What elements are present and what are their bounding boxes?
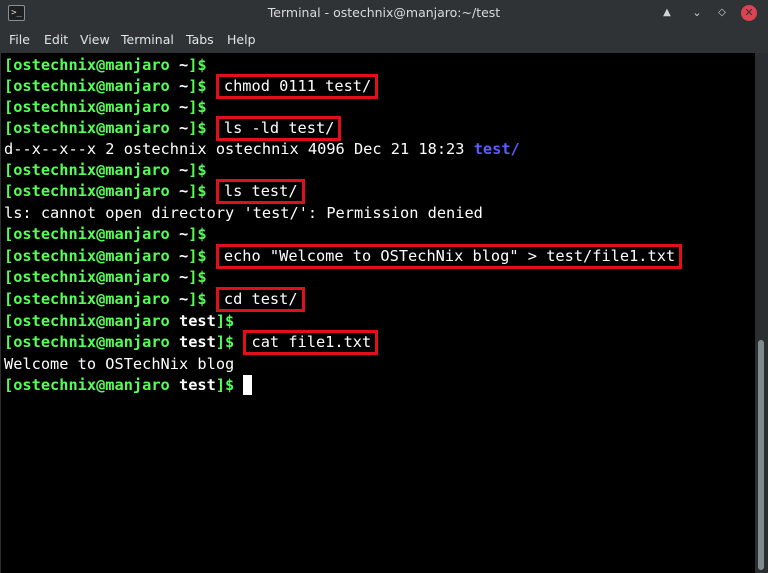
terminal-line: [ostechnix@manjaro test]$ bbox=[4, 375, 253, 396]
terminal-window: >_ Terminal - ostechnix@manjaro:~/test ▲… bbox=[0, 0, 768, 573]
prompt-end: ]$ bbox=[215, 376, 235, 394]
command-output: d--x--x--x 2 ostechnix ostechnix 4096 De… bbox=[4, 140, 474, 158]
prompt-user: [ostechnix@manjaro bbox=[4, 312, 170, 330]
prompt-user: [ostechnix@manjaro bbox=[4, 98, 170, 116]
prompt-user: [ostechnix@manjaro bbox=[4, 268, 170, 286]
menu-file[interactable]: File bbox=[9, 32, 30, 48]
prompt-dir: ~ bbox=[179, 268, 189, 286]
close-icon[interactable]: ✕ bbox=[741, 5, 757, 21]
highlighted-command: cd test/ bbox=[215, 287, 305, 312]
prompt-end: ]$ bbox=[188, 119, 207, 137]
terminal-line: ls: cannot open directory 'test/': Permi… bbox=[4, 203, 483, 224]
prompt-end: ]$ bbox=[188, 77, 207, 95]
menu-edit[interactable]: Edit bbox=[44, 32, 68, 48]
highlighted-command: cat file1.txt bbox=[243, 330, 379, 355]
terminal-line: [ostechnix@manjaro ~]$ ls -ld test/ bbox=[4, 116, 342, 141]
terminal-line: Welcome to OSTechNix blog bbox=[4, 354, 234, 375]
prompt-end: ]$ bbox=[215, 333, 235, 351]
highlighted-command: ls -ld test/ bbox=[215, 116, 342, 141]
vertical-scrollbar[interactable] bbox=[755, 53, 768, 573]
highlighted-command: echo "Welcome to OSTechNix blog" > test/… bbox=[215, 244, 683, 269]
menu-terminal[interactable]: Terminal bbox=[121, 32, 174, 48]
prompt-dir: ~ bbox=[179, 119, 189, 137]
prompt-end: ]$ bbox=[188, 56, 207, 74]
prompt-dir: ~ bbox=[179, 77, 189, 95]
terminal-line: [ostechnix@manjaro ~]$ bbox=[4, 55, 207, 76]
prompt-user: [ostechnix@manjaro bbox=[4, 290, 170, 308]
prompt-dir: test bbox=[179, 312, 216, 330]
prompt-end: ]$ bbox=[188, 268, 207, 286]
prompt-dir: ~ bbox=[179, 225, 189, 243]
prompt-user: [ostechnix@manjaro bbox=[4, 77, 170, 95]
menu-help[interactable]: Help bbox=[227, 32, 256, 48]
terminal-line: [ostechnix@manjaro test]$ cat file1.txt bbox=[4, 330, 379, 355]
menu-tabs[interactable]: Tabs bbox=[186, 32, 214, 48]
scrollbar-thumb[interactable] bbox=[758, 340, 764, 570]
prompt-user: [ostechnix@manjaro bbox=[4, 225, 170, 243]
terminal-line: [ostechnix@manjaro ~]$ chmod 0111 test/ bbox=[4, 74, 379, 99]
minimize-icon[interactable]: ⌄ bbox=[688, 4, 706, 22]
prompt-user: [ostechnix@manjaro bbox=[4, 161, 170, 179]
prompt-user: [ostechnix@manjaro bbox=[4, 376, 170, 394]
prompt-user: [ostechnix@manjaro bbox=[4, 247, 170, 265]
terminal-line: [ostechnix@manjaro ~]$ ls test/ bbox=[4, 179, 305, 204]
prompt-user: [ostechnix@manjaro bbox=[4, 333, 170, 351]
menu-bar: File Edit View Terminal Tabs Help bbox=[0, 27, 768, 53]
prompt-end: ]$ bbox=[188, 98, 207, 116]
prompt-dir: ~ bbox=[179, 98, 189, 116]
keep-above-icon[interactable]: ▲ bbox=[658, 4, 676, 22]
prompt-end: ]$ bbox=[215, 312, 235, 330]
prompt-dir: ~ bbox=[179, 56, 189, 74]
highlighted-command: chmod 0111 test/ bbox=[215, 74, 379, 99]
title-bar[interactable]: >_ Terminal - ostechnix@manjaro:~/test ▲… bbox=[0, 0, 768, 27]
prompt-end: ]$ bbox=[188, 161, 207, 179]
terminal-line: [ostechnix@manjaro ~]$ bbox=[4, 224, 207, 245]
maximize-icon[interactable]: ◇ bbox=[713, 4, 731, 22]
prompt-dir: ~ bbox=[179, 247, 189, 265]
prompt-user: [ostechnix@manjaro bbox=[4, 182, 170, 200]
terminal-line: [ostechnix@manjaro ~]$ bbox=[4, 160, 207, 181]
terminal-line: [ostechnix@manjaro ~]$ bbox=[4, 97, 207, 118]
prompt-dir: test bbox=[179, 333, 216, 351]
prompt-dir: test bbox=[179, 376, 216, 394]
error-output: ls: cannot open directory 'test/': Permi… bbox=[4, 204, 483, 222]
prompt-dir: ~ bbox=[179, 290, 189, 308]
window-title: Terminal - ostechnix@manjaro:~/test bbox=[267, 5, 501, 20]
prompt-end: ]$ bbox=[188, 290, 207, 308]
directory-name: test/ bbox=[473, 140, 520, 158]
prompt-user: [ostechnix@manjaro bbox=[4, 56, 170, 74]
terminal-line: [ostechnix@manjaro ~]$ bbox=[4, 267, 207, 288]
highlighted-command: ls test/ bbox=[215, 179, 305, 204]
command-output: Welcome to OSTechNix blog bbox=[4, 355, 235, 373]
prompt-user: [ostechnix@manjaro bbox=[4, 119, 170, 137]
text-cursor bbox=[243, 375, 253, 395]
prompt-end: ]$ bbox=[188, 247, 207, 265]
prompt-dir: ~ bbox=[179, 182, 189, 200]
terminal-output[interactable]: [ostechnix@manjaro ~]$ [ostechnix@manjar… bbox=[1, 53, 755, 573]
prompt-dir: ~ bbox=[179, 161, 189, 179]
terminal-line: [ostechnix@manjaro test]$ bbox=[4, 311, 234, 332]
prompt-end: ]$ bbox=[188, 225, 207, 243]
menu-view[interactable]: View bbox=[80, 32, 110, 48]
terminal-line: [ostechnix@manjaro ~]$ echo "Welcome to … bbox=[4, 244, 683, 269]
prompt-end: ]$ bbox=[188, 182, 207, 200]
terminal-line: [ostechnix@manjaro ~]$ cd test/ bbox=[4, 287, 305, 312]
terminal-line: d--x--x--x 2 ostechnix ostechnix 4096 De… bbox=[4, 139, 520, 160]
